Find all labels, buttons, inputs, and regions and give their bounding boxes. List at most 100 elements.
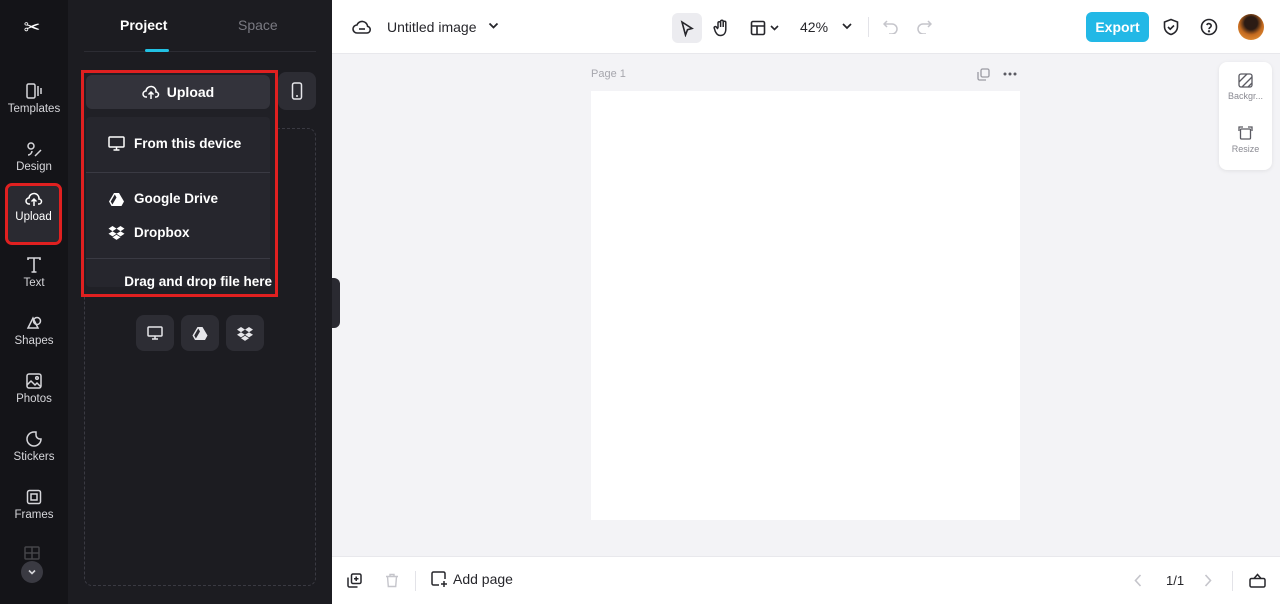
page-counter: 1/1 [1166, 573, 1185, 588]
duplicate-icon[interactable] [347, 573, 362, 588]
google-drive-icon [192, 327, 208, 340]
design-canvas[interactable] [591, 91, 1020, 520]
hand-tool-button[interactable] [706, 13, 736, 43]
pages-panel-icon[interactable] [1249, 573, 1266, 588]
help-icon[interactable] [1200, 18, 1218, 36]
rail-item-shapes[interactable]: Shapes [0, 310, 68, 366]
hand-icon [712, 19, 727, 37]
chevron-down-icon[interactable] [488, 22, 499, 30]
tab-indicator [145, 49, 169, 52]
rail-item-stickers[interactable]: Stickers [0, 426, 68, 482]
rail-label: Text [23, 277, 45, 289]
quick-google-drive-button[interactable] [181, 315, 219, 351]
rail-label: Upload [15, 211, 52, 223]
menu-divider [86, 172, 270, 173]
bottom-bar: Add page 1/1 [332, 556, 1280, 604]
previous-page-icon[interactable] [1134, 574, 1142, 587]
shapes-icon [26, 316, 42, 329]
chevron-down-icon[interactable] [842, 23, 852, 30]
rail-label: Templates [7, 103, 61, 115]
upload-button-label: Upload [166, 84, 215, 100]
google-drive-icon [109, 192, 124, 206]
menu-item-google-drive[interactable]: Google Drive [108, 191, 218, 206]
left-rail: ✂ Templates Design Upload Text Shapes Ph… [0, 0, 68, 604]
frames-icon [26, 489, 42, 505]
add-page-button[interactable]: Add page [431, 571, 513, 587]
background-tool-label: Backgr... [1227, 91, 1263, 101]
dropbox-icon [108, 226, 125, 240]
stickers-icon [26, 431, 42, 447]
delete-icon[interactable] [385, 573, 399, 588]
upload-cloud-icon [24, 192, 42, 206]
upload-cloud-icon [142, 85, 159, 99]
add-page-icon [431, 571, 447, 587]
panel-collapse-handle[interactable] [332, 278, 340, 328]
upload-button[interactable]: Upload [86, 75, 270, 109]
expand-more-button[interactable] [21, 561, 43, 583]
monitor-icon [108, 136, 125, 151]
layout-tool-button[interactable] [746, 13, 782, 43]
rail-label: Shapes [14, 335, 54, 347]
canvas-side-tools: Backgr... Resize [1219, 62, 1272, 170]
redo-icon[interactable] [917, 20, 932, 34]
rail-item-text[interactable]: Text [0, 252, 68, 308]
grid-icon [24, 546, 40, 560]
phone-icon [291, 82, 303, 100]
bottom-divider [1232, 571, 1233, 591]
select-tool-button[interactable] [672, 13, 702, 43]
menu-item-label: Dropbox [134, 225, 190, 240]
resize-tool[interactable]: Resize [1219, 126, 1272, 154]
menu-item-dropbox[interactable]: Dropbox [108, 225, 190, 240]
zoom-level[interactable]: 42% [800, 19, 828, 35]
toolbar-divider [868, 17, 869, 37]
rail-item-frames[interactable]: Frames [0, 484, 68, 540]
resize-tool-label: Resize [1231, 144, 1260, 154]
bottom-divider [415, 571, 416, 591]
resize-icon [1238, 126, 1253, 140]
rail-item-design[interactable]: Design [0, 136, 68, 192]
text-icon [27, 257, 41, 273]
quick-dropbox-button[interactable] [226, 315, 264, 351]
rail-item-upload[interactable]: Upload [5, 183, 62, 245]
tab-project[interactable]: Project [120, 17, 167, 33]
monitor-icon [147, 326, 163, 340]
document-title[interactable]: Untitled image [387, 19, 477, 35]
more-options-icon[interactable] [1003, 72, 1017, 76]
design-icon [27, 142, 42, 157]
menu-divider [86, 258, 270, 259]
chevron-down-icon [769, 25, 779, 31]
top-bar: Untitled image 42% Export [332, 0, 1280, 54]
undo-icon[interactable] [883, 20, 898, 34]
rail-label: Stickers [13, 451, 55, 463]
chevron-down-icon [28, 569, 36, 575]
cloud-sync-icon[interactable] [352, 18, 372, 35]
rail-item-photos[interactable]: Photos [0, 368, 68, 424]
photos-icon [26, 373, 42, 389]
capcut-logo[interactable]: ✂ [18, 14, 46, 42]
upload-menu: Upload From this device Google Drive Dro… [81, 70, 278, 297]
background-tool[interactable]: Backgr... [1219, 73, 1272, 101]
panel-tabs: Project Space [84, 0, 316, 52]
menu-item-label: Google Drive [134, 191, 219, 206]
page-label: Page 1 [591, 68, 626, 80]
next-page-icon[interactable] [1204, 574, 1212, 587]
rail-item-templates[interactable]: Templates [0, 78, 68, 134]
layout-icon [750, 20, 765, 36]
dropbox-icon [237, 326, 253, 341]
shield-icon[interactable] [1163, 18, 1179, 36]
background-icon [1238, 73, 1253, 88]
templates-icon [26, 83, 42, 99]
upload-from-phone-button[interactable] [278, 72, 316, 110]
upload-options: From this device Google Drive Dropbox [86, 117, 270, 287]
add-page-label: Add page [453, 571, 513, 587]
menu-item-from-device[interactable]: From this device [108, 136, 241, 151]
rail-label: Frames [14, 509, 54, 521]
menu-item-label: From this device [134, 136, 242, 151]
tab-space[interactable]: Space [238, 17, 278, 33]
user-avatar[interactable] [1238, 14, 1264, 40]
quick-device-button[interactable] [136, 315, 174, 351]
rail-label: Design [16, 161, 52, 173]
rail-label: Photos [16, 393, 52, 405]
export-button[interactable]: Export [1086, 12, 1149, 42]
duplicate-page-icon[interactable] [977, 68, 990, 81]
